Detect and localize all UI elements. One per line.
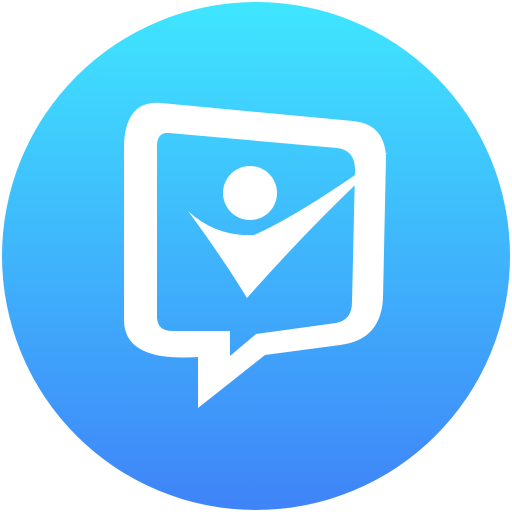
person-head-icon	[223, 166, 277, 220]
chat-bubble-checkmark-person-icon[interactable]	[0, 0, 512, 512]
app-icon-canvas	[0, 0, 512, 512]
